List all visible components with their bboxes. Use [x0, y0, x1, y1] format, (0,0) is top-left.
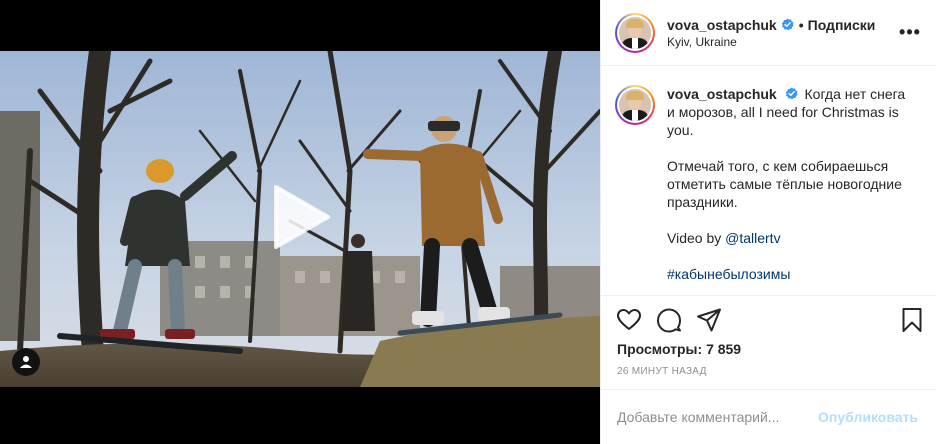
post-timestamp[interactable]: 26 МИНУТ НАЗАД — [617, 366, 707, 377]
author-avatar[interactable] — [615, 12, 655, 53]
share-button[interactable] — [695, 306, 723, 334]
comment-button[interactable] — [655, 306, 683, 334]
separator-dot: • — [798, 16, 804, 33]
video-by-label: Video by — [667, 230, 722, 246]
caption-username[interactable]: vova_ostapchuk — [667, 86, 777, 102]
video-credit-link[interactable]: @tallertv — [725, 230, 780, 246]
views-label: Просмотры: — [617, 341, 703, 357]
views-count[interactable]: Просмотры: 7 859 — [617, 341, 741, 357]
post-video[interactable] — [0, 51, 600, 387]
author-username[interactable]: vova_ostapchuk — [667, 17, 777, 33]
like-button[interactable] — [615, 306, 643, 334]
caption-line-2: Отмечай того, с кем собираешься отметить… — [667, 158, 902, 210]
comment-input[interactable] — [617, 409, 819, 425]
profile-avatar-icon — [619, 16, 651, 49]
user-tag-icon — [20, 356, 32, 368]
post-caption: vova_ostapchuk Когда нет снега и морозов… — [601, 67, 936, 295]
caption-avatar[interactable] — [615, 85, 655, 125]
save-button[interactable] — [898, 306, 926, 334]
post-actions — [601, 295, 936, 343]
media-panel — [0, 0, 600, 444]
hashtag-link[interactable]: #кабынебылозимы — [667, 266, 790, 282]
views-number: 7 859 — [706, 341, 742, 357]
more-options-button[interactable]: ••• — [898, 21, 922, 45]
verified-badge-icon — [781, 18, 794, 31]
verified-badge-icon — [785, 87, 798, 100]
caption-text: vova_ostapchuk Когда нет снега и морозов… — [667, 85, 907, 295]
profile-avatar-icon — [619, 89, 651, 121]
more-icon: ••• — [899, 22, 921, 42]
bookmark-icon — [902, 307, 922, 332]
play-icon — [274, 185, 330, 249]
play-button[interactable] — [270, 181, 334, 253]
publish-button[interactable]: Опубликовать — [818, 409, 918, 425]
post-sidebar: vova_ostapchuk • Подписки Kyiv, Ukraine … — [600, 0, 936, 444]
post-header: vova_ostapchuk • Подписки Kyiv, Ukraine … — [601, 0, 936, 66]
author-info: vova_ostapchuk • Подписки Kyiv, Ukraine — [667, 17, 898, 49]
following-button[interactable]: Подписки — [808, 17, 876, 33]
share-icon — [697, 308, 721, 331]
heart-icon — [617, 308, 641, 330]
user-tag-button[interactable] — [12, 348, 40, 376]
comment-icon — [657, 308, 681, 332]
post-location[interactable]: Kyiv, Ukraine — [667, 35, 898, 49]
comment-form: Опубликовать — [601, 389, 936, 444]
